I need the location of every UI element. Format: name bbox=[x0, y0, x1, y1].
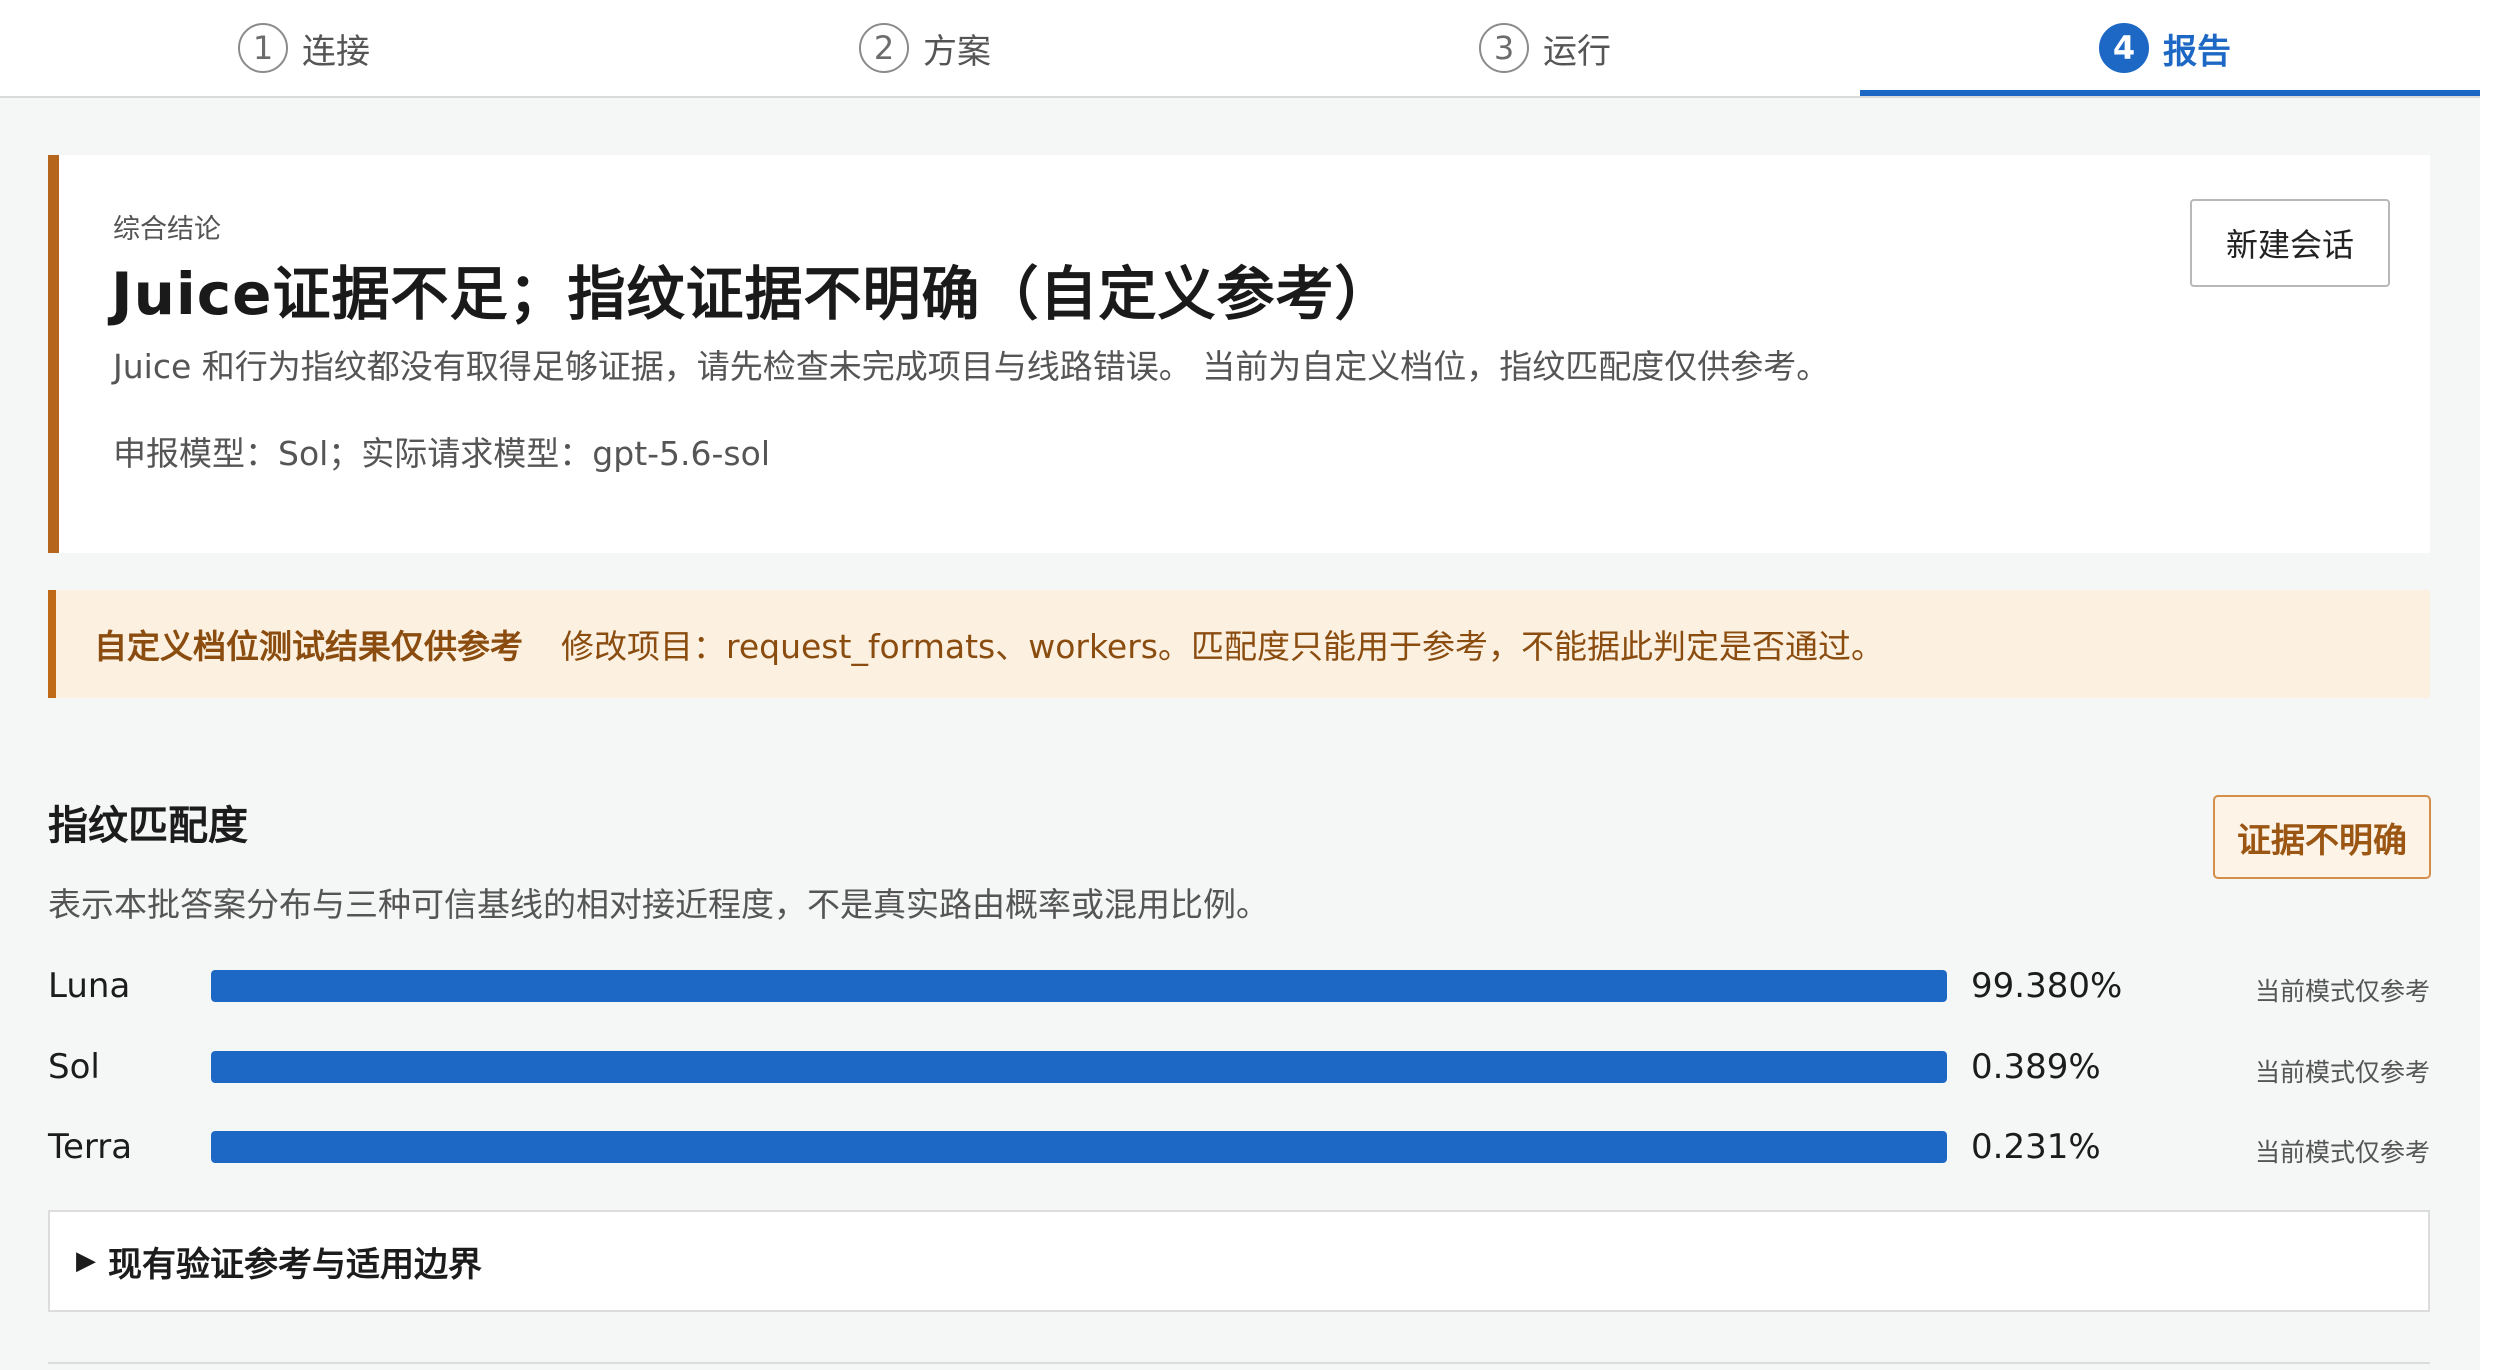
step-label: 方案 bbox=[923, 31, 991, 72]
fingerprint-title: 指纹匹配度 bbox=[48, 803, 248, 849]
expander-label: 现有验证参考与适用边界 bbox=[108, 1244, 482, 1285]
step-label: 报告 bbox=[2163, 31, 2231, 72]
warning-title: 自定义档位测试结果仅供参考 bbox=[94, 627, 523, 666]
fingerprint-row-sol: Sol 0.389% 当前模式仅参考 bbox=[0, 1043, 2500, 1093]
step-connect[interactable]: 1 连接 bbox=[238, 0, 858, 96]
reference-note: 当前模式仅参考 bbox=[2254, 1058, 2430, 1087]
reference-note: 当前模式仅参考 bbox=[2254, 977, 2430, 1006]
baseline-name: Terra bbox=[48, 1127, 133, 1167]
step-number: 1 bbox=[238, 23, 288, 73]
fingerprint-row-luna: Luna 99.380% 当前模式仅参考 bbox=[0, 962, 2500, 1012]
step-navigation: 1 连接 2 方案 3 运行 4 报告 bbox=[0, 0, 2480, 98]
divider bbox=[48, 1362, 2430, 1364]
active-step-indicator bbox=[1860, 90, 2480, 96]
match-bar-track bbox=[211, 1051, 1947, 1083]
evidence-status-badge: 证据不明确 bbox=[2213, 795, 2431, 879]
match-percent: 99.380% bbox=[1971, 966, 2123, 1006]
fingerprint-description: 表示本批答案分布与三种可信基线的相对接近程度，不是真实路由概率或混用比例。 bbox=[48, 885, 1269, 924]
step-label: 运行 bbox=[1543, 31, 1611, 72]
step-report[interactable]: 4 报告 bbox=[2099, 0, 2500, 96]
step-run[interactable]: 3 运行 bbox=[1479, 0, 2099, 96]
step-number: 3 bbox=[1479, 23, 1529, 73]
match-bar-fill bbox=[211, 1131, 1947, 1163]
match-percent: 0.389% bbox=[1971, 1047, 2101, 1087]
custom-profile-warning: 自定义档位测试结果仅供参考 修改项目：request_formats、worke… bbox=[48, 590, 2430, 698]
summary-headline: Juice证据不足；指纹证据不明确（自定义参考） bbox=[111, 260, 1394, 328]
step-plan[interactable]: 2 方案 bbox=[859, 0, 1479, 96]
match-bar-fill bbox=[211, 970, 1947, 1002]
match-bar-fill bbox=[211, 1051, 1947, 1083]
baseline-name: Sol bbox=[48, 1047, 100, 1087]
new-session-button[interactable]: 新建会话 bbox=[2190, 199, 2390, 287]
step-label: 连接 bbox=[302, 31, 370, 72]
step-number: 2 bbox=[859, 23, 909, 73]
validation-reference-expander[interactable]: ▶ 现有验证参考与适用边界 bbox=[48, 1210, 2430, 1312]
summary-kicker: 综合结论 bbox=[113, 214, 221, 245]
summary-description: Juice 和行为指纹都没有取得足够证据，请先检查未完成项目与线路错误。 当前为… bbox=[113, 347, 1830, 386]
fingerprint-row-terra: Terra 0.231% 当前模式仅参考 bbox=[0, 1123, 2500, 1173]
match-bar-track bbox=[211, 1131, 1947, 1163]
summary-card: 综合结论 Juice证据不足；指纹证据不明确（自定义参考） Juice 和行为指… bbox=[48, 155, 2430, 553]
reference-note: 当前模式仅参考 bbox=[2254, 1138, 2430, 1167]
match-bar-track bbox=[211, 970, 1947, 1002]
model-info: 申报模型：Sol；实际请求模型：gpt-5.6-sol bbox=[113, 434, 770, 473]
step-number: 4 bbox=[2099, 23, 2149, 73]
triangle-right-icon: ▶ bbox=[76, 1246, 96, 1276]
match-percent: 0.231% bbox=[1971, 1127, 2101, 1167]
baseline-name: Luna bbox=[48, 966, 131, 1006]
warning-text: 修改项目：request_formats、workers。匹配度只能用于参考，不… bbox=[561, 627, 1884, 666]
